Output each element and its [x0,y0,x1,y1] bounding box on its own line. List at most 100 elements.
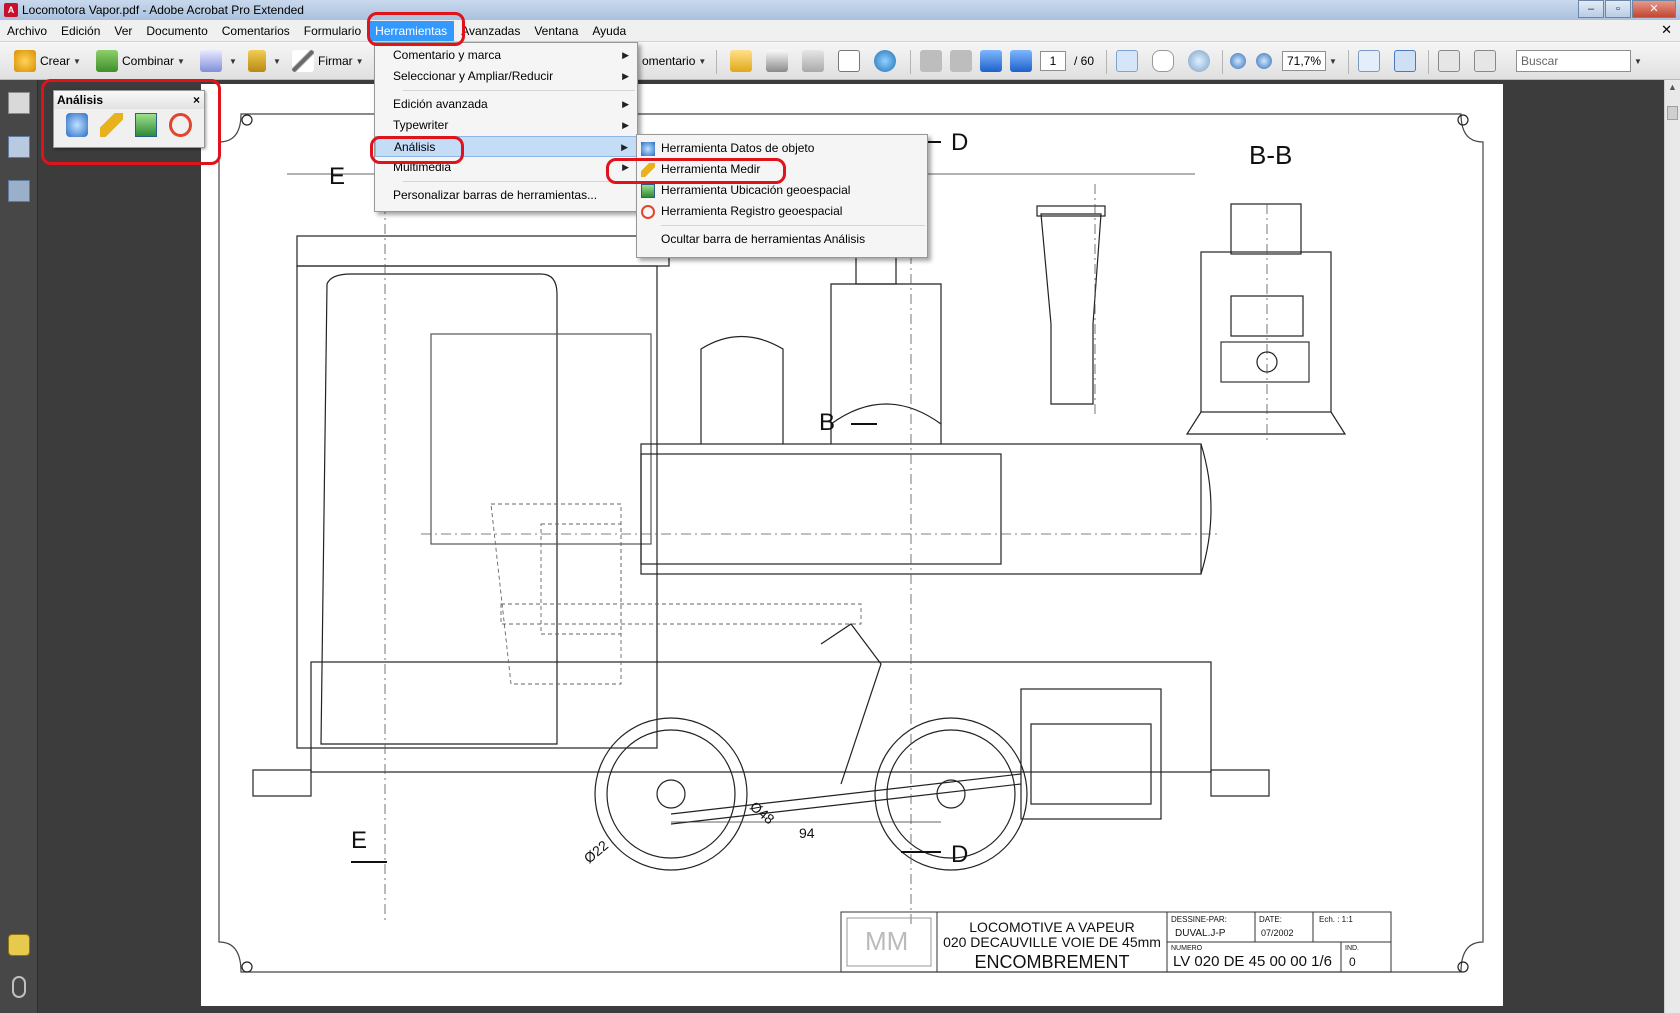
combine-icon [96,50,118,72]
fit-page-button[interactable] [1394,48,1420,74]
toolbar-separator [1348,50,1349,74]
search-group: Buscar ▼ [1516,48,1642,74]
secure-button[interactable]: ▼ [248,48,281,74]
toolbar-separator [1222,50,1223,74]
previous-page-button[interactable] [950,48,976,74]
scroll-up-icon[interactable]: ▲ [1665,82,1680,92]
combinar-button[interactable]: Combinar ▼ [96,48,185,74]
open-button[interactable] [730,48,756,74]
first-page-icon [920,50,942,72]
close-window-button[interactable]: ✕ [1632,0,1676,18]
highlight-analysis-toolbar [41,79,221,165]
menu-separator [403,181,635,182]
next-page-button[interactable] [980,48,1006,74]
ind-value: 0 [1349,955,1356,969]
window-controls: – ▫ ✕ [1577,0,1676,18]
search-options-icon[interactable]: ▼ [1634,57,1642,66]
bookmarks-icon[interactable] [8,136,30,158]
fit-width-button[interactable] [1358,48,1384,74]
comentario-button[interactable]: omentario ▼ [642,48,706,74]
page-number-input[interactable]: 1 [1040,51,1066,71]
menu-avanzadas[interactable]: Avanzadas [454,21,527,41]
combinar-label: Combinar [122,54,175,68]
menu-item-registro-geoespacial[interactable]: Herramienta Registro geoespacial [637,201,927,222]
zoom-level[interactable]: 71,7% [1282,51,1326,71]
menu-item-label: Herramienta Datos de objeto [661,141,815,155]
minimize-button[interactable]: – [1578,0,1604,18]
section-label-e-bottom: E [351,827,367,854]
menu-item-comentario-y-marca[interactable]: Comentario y marca ▶ [375,45,637,66]
menu-item-seleccionar-ampliar[interactable]: Seleccionar y Ampliar/Reducir ▶ [375,66,637,87]
title-line-2: 020 DECAUVILLE VOIE DE 45mm [943,934,1161,950]
menu-documento[interactable]: Documento [139,21,214,41]
globe-icon [874,50,896,72]
magnifier-icon [1188,50,1210,72]
object-data-icon [641,142,655,156]
section-label-b: B [819,409,835,436]
menu-item-typewriter[interactable]: Typewriter ▶ [375,115,637,136]
signatures-icon[interactable] [8,180,30,202]
arrow-down-icon [980,50,1002,72]
zoom-out-icon [1230,53,1246,69]
window-title: Locomotora Vapor.pdf - Adobe Acrobat Pro… [22,3,304,17]
section-label-d-bottom: D [951,841,968,868]
menu-item-label: Typewriter [393,118,449,132]
folder-icon [730,50,752,72]
menu-item-edicion-avanzada[interactable]: Edición avanzada ▶ [375,94,637,115]
fit-width-icon [1358,50,1380,72]
toolbar-separator [1106,50,1107,74]
navigation-pane [0,80,38,1013]
first-page-button[interactable] [920,48,946,74]
search-input[interactable]: Buscar [1516,50,1631,72]
menu-edicion[interactable]: Edición [54,21,107,41]
firmar-button[interactable]: Firmar ▼ [292,48,364,74]
date-value: 07/2002 [1261,928,1294,938]
comments-icon[interactable] [8,934,30,956]
print-button[interactable] [766,48,792,74]
section-view-title: B-B [1249,140,1292,170]
attachments-icon[interactable] [12,976,26,998]
menu-archivo[interactable]: Archivo [0,21,54,41]
menu-ventana[interactable]: Ventana [527,21,585,41]
ind-label: IND. [1345,945,1359,952]
zoom-in-button[interactable] [1256,48,1276,74]
scrollbar-thumb[interactable] [1667,106,1678,120]
menu-ayuda[interactable]: Ayuda [585,21,633,41]
pages-icon[interactable] [8,92,30,114]
highlight-herramientas [367,12,465,46]
menu-item-label: Seleccionar y Ampliar/Reducir [393,69,554,83]
menu-ver[interactable]: Ver [107,21,139,41]
menu-item-label: Comentario y marca [393,48,502,62]
menu-item-personalizar-barras[interactable]: Personalizar barras de herramientas... [375,185,637,206]
scale-value: Ech. : 1:1 [1319,915,1353,924]
printer-icon [766,50,788,72]
menu-item-datos-de-objeto[interactable]: Herramienta Datos de objeto [637,138,927,159]
maximize-button[interactable]: ▫ [1605,0,1631,18]
zoom-in-icon [1256,53,1272,69]
zoom-tool-button[interactable] [1188,48,1214,74]
menu-comentarios[interactable]: Comentarios [215,21,297,41]
vertical-scrollbar[interactable]: ▲ [1664,80,1680,1013]
select-tool-button[interactable] [1116,48,1142,74]
collaborate-button[interactable] [874,48,900,74]
zoom-select[interactable]: 71,7% ▼ [1282,48,1337,74]
hand-tool-button[interactable] [1152,48,1178,74]
crear-label: Crear [40,54,71,68]
review-button[interactable] [1474,48,1500,74]
title-line-3: ENCOMBREMENT [974,952,1129,972]
crear-button[interactable]: Crear ▼ [14,48,81,74]
submenu-arrow-icon: ▶ [622,120,629,130]
share-button[interactable] [1438,48,1464,74]
menu-formulario[interactable]: Formulario [297,21,368,41]
close-document-icon[interactable]: ✕ [1661,22,1672,38]
dimension-94: 94 [799,825,815,841]
save-button[interactable] [802,48,828,74]
zoom-out-button[interactable] [1230,48,1250,74]
export-button[interactable]: ▼ [200,48,237,74]
last-page-button[interactable] [1010,48,1036,74]
menu-item-label: Ocultar barra de herramientas Análisis [661,232,866,246]
page-number-group: 1 / 60 [1040,48,1094,74]
menu-item-ocultar-barra-analisis[interactable]: Ocultar barra de herramientas Análisis [637,229,927,250]
email-button[interactable] [838,48,864,74]
highlight-herramienta-medir [606,158,786,184]
